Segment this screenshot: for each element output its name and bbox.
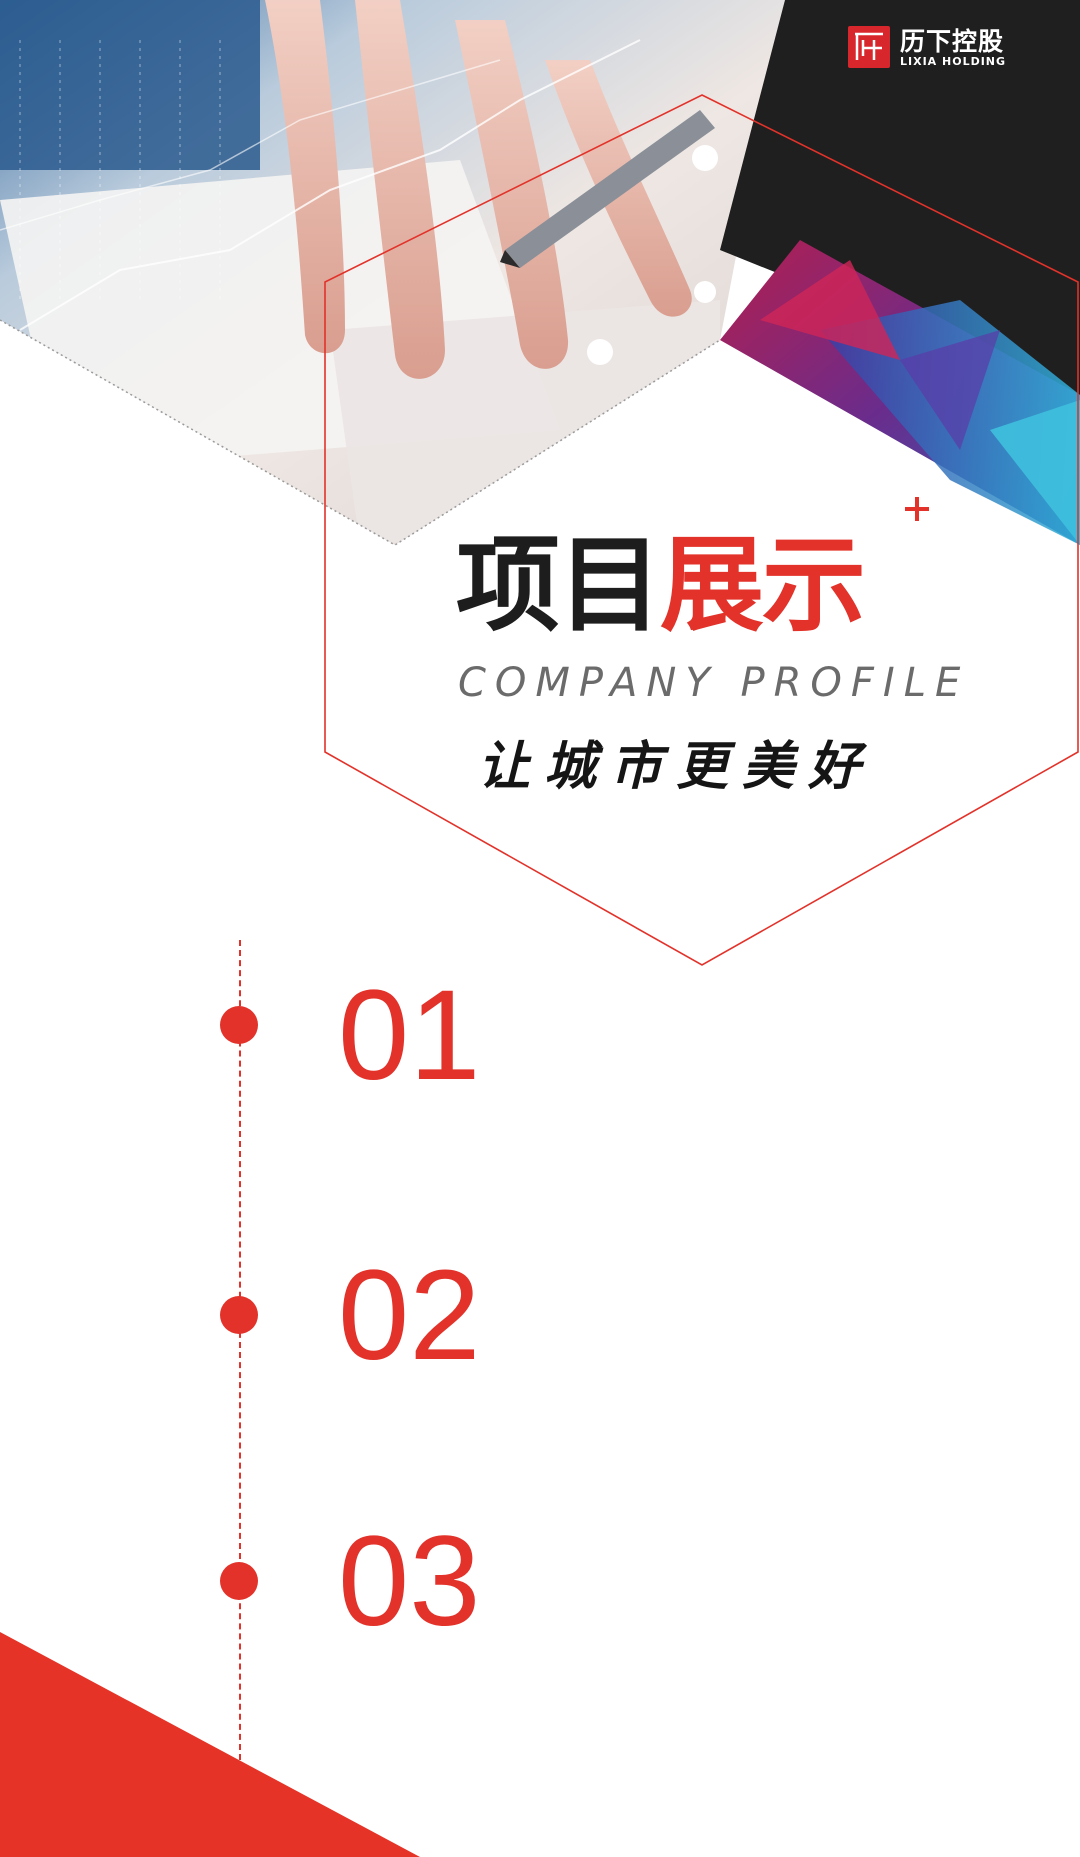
background-graphics (0, 0, 1080, 1857)
brand-name-en: LIXIA HOLDING (900, 55, 1007, 68)
timeline-dot-1 (220, 1006, 258, 1044)
timeline-number-3: 03 (338, 1510, 481, 1653)
timeline-number-1: 01 (338, 964, 481, 1107)
brand-name-cn: 历下控股 (900, 27, 1005, 56)
title-part-red: 展示 (660, 524, 866, 646)
hero-photo (0, 0, 785, 545)
plus-icon (905, 497, 929, 521)
title-part-black: 项目 (456, 524, 662, 646)
lixia-logo-icon (848, 26, 890, 68)
subtitle-en: COMPANY PROFILE (458, 660, 970, 706)
slogan: 让城市更美好 (478, 736, 875, 797)
brand-logo: 历下控股 LIXIA HOLDING (848, 22, 1058, 72)
timeline-number-2: 02 (338, 1244, 481, 1387)
timeline-dot-3 (220, 1562, 258, 1600)
timeline-dot-2 (220, 1296, 258, 1334)
page: 历下控股 LIXIA HOLDING 项目展示 COMPANY PROFILE … (0, 0, 1080, 1857)
timeline-dashed-line (239, 940, 241, 1760)
page-title: 项目展示 (456, 524, 866, 646)
red-corner-triangle (0, 1632, 420, 1857)
